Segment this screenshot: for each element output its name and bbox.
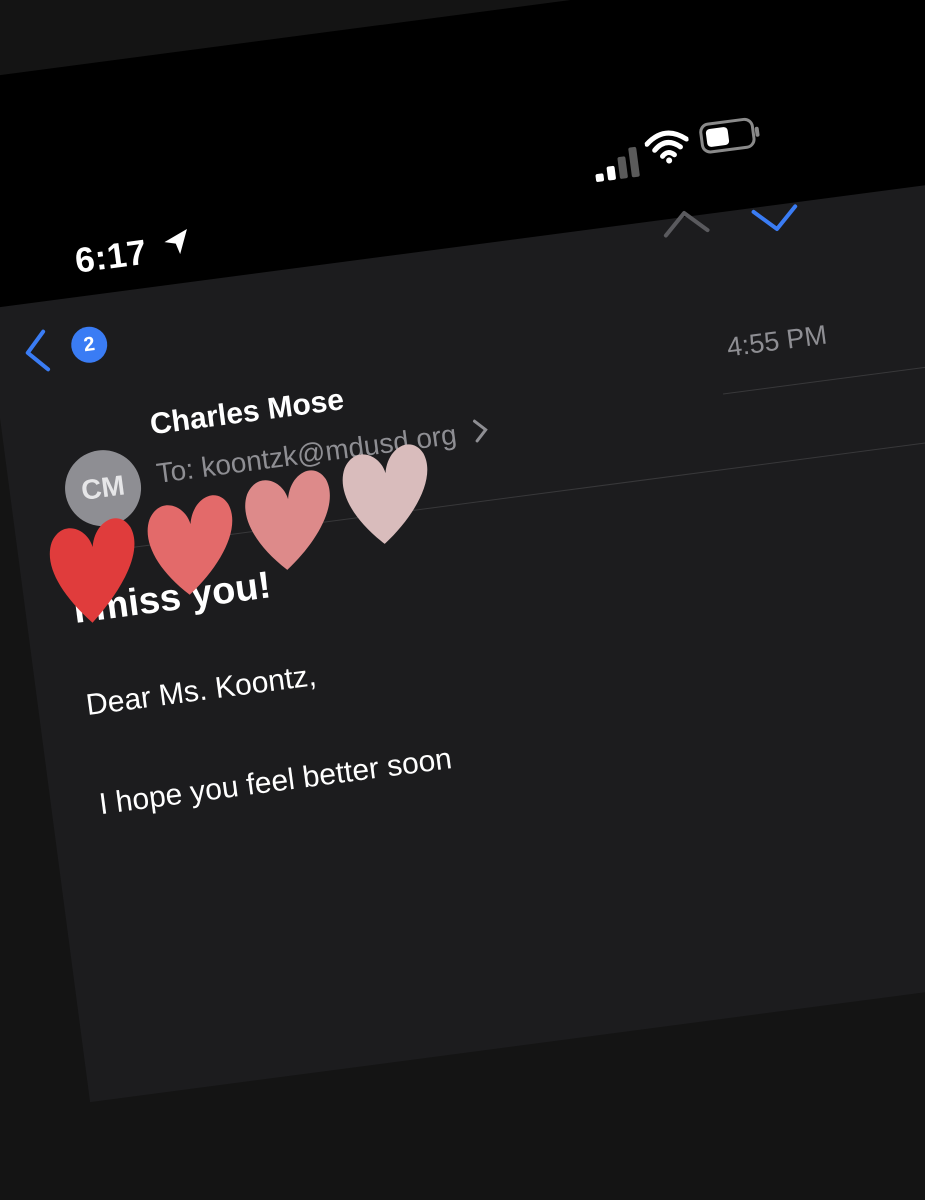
signal-icon bbox=[590, 142, 645, 189]
heart-sticker bbox=[147, 495, 233, 595]
heart-sticker bbox=[49, 518, 135, 623]
heart-sticker bbox=[245, 470, 330, 570]
heart-sticker bbox=[342, 444, 428, 544]
chevron-up-icon[interactable] bbox=[659, 204, 713, 245]
mail-screen: 6:17 2 4:55 PM CM Charles Mose To: koont… bbox=[0, 0, 925, 1141]
wifi-icon bbox=[643, 126, 692, 172]
chevron-down-icon[interactable] bbox=[749, 202, 803, 243]
location-arrow-icon bbox=[160, 226, 194, 265]
message-panel bbox=[0, 179, 925, 1103]
battery-icon bbox=[697, 114, 764, 161]
chevron-left-icon[interactable] bbox=[19, 327, 55, 381]
